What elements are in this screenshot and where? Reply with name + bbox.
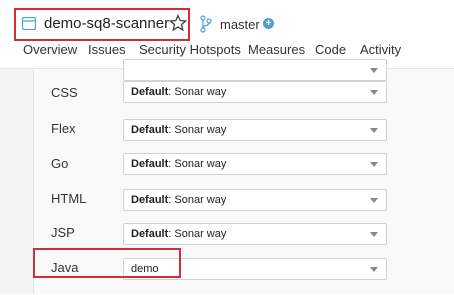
profile-select-jsp[interactable]: Default: Sonar way bbox=[123, 223, 387, 245]
dropdown-caret-icon bbox=[370, 198, 378, 203]
project-name[interactable]: demo-sq8-scanner bbox=[44, 15, 169, 32]
dropdown-caret-icon bbox=[370, 162, 378, 167]
profile-select-css[interactable]: Default: Sonar way bbox=[123, 81, 387, 103]
dropdown-caret-icon bbox=[370, 128, 378, 133]
profile-select-go[interactable]: Default: Sonar way bbox=[123, 153, 387, 175]
profile-row-html: HTML Default: Sonar way bbox=[34, 189, 454, 226]
profile-row-flex: Flex Default: Sonar way bbox=[34, 119, 454, 156]
language-label: Go bbox=[51, 156, 69, 171]
language-label: HTML bbox=[51, 191, 87, 206]
add-branch-icon[interactable]: + bbox=[263, 18, 274, 29]
favorite-star-icon[interactable] bbox=[169, 14, 187, 32]
profile-select-flex[interactable]: Default: Sonar way bbox=[123, 119, 387, 141]
java-row-highlight bbox=[33, 248, 181, 278]
language-label: Flex bbox=[51, 121, 76, 136]
branch-name[interactable]: master bbox=[220, 17, 260, 32]
language-label: JSP bbox=[51, 225, 75, 240]
dropdown-caret-icon bbox=[370, 90, 378, 95]
profile-row-go: Go Default: Sonar way bbox=[34, 153, 454, 191]
profile-select[interactable] bbox=[123, 59, 387, 81]
language-label: CSS bbox=[51, 85, 78, 100]
dropdown-caret-icon bbox=[370, 232, 378, 237]
dropdown-caret-icon bbox=[370, 68, 378, 73]
branch-icon bbox=[200, 15, 212, 33]
profile-select-html[interactable]: Default: Sonar way bbox=[123, 189, 387, 211]
profile-row-css: CSS Default: Sonar way bbox=[34, 81, 454, 120]
project-icon bbox=[22, 17, 36, 30]
dropdown-caret-icon bbox=[370, 267, 378, 272]
